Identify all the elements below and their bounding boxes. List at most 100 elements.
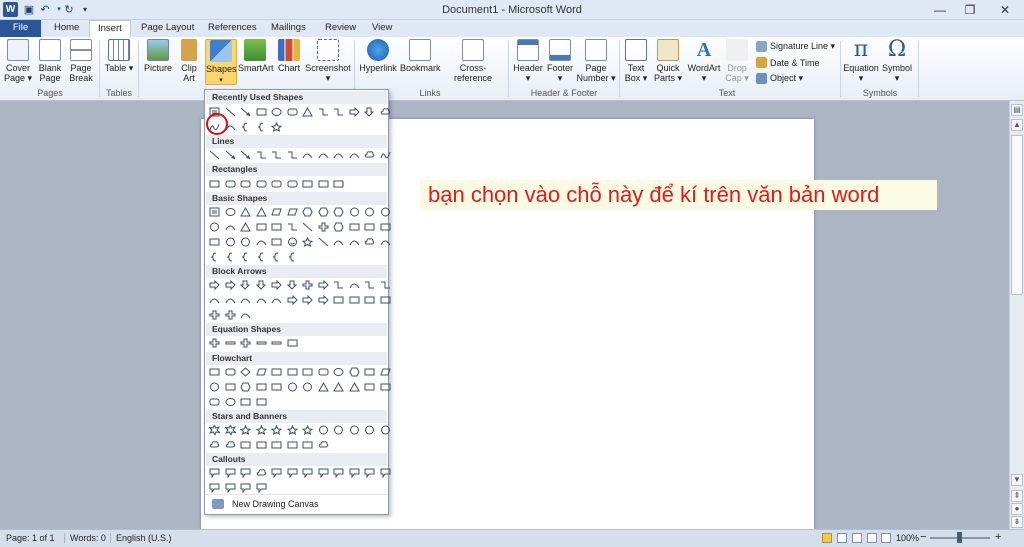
brace-shape-icon[interactable] bbox=[238, 120, 254, 133]
hex-shape-icon[interactable] bbox=[316, 205, 332, 218]
rect-shape-icon[interactable] bbox=[285, 336, 301, 349]
tab-insert[interactable]: Insert bbox=[89, 20, 131, 38]
circ-shape-icon[interactable] bbox=[378, 205, 394, 218]
rect-shape-icon[interactable] bbox=[300, 438, 316, 451]
rect-shape-icon[interactable] bbox=[238, 395, 254, 408]
hex-shape-icon[interactable] bbox=[238, 380, 254, 393]
tab-review[interactable]: Review bbox=[317, 20, 364, 37]
elbow-shape-icon[interactable] bbox=[316, 105, 332, 118]
curve-shape-icon[interactable] bbox=[347, 148, 363, 161]
elbow-shape-icon[interactable] bbox=[362, 278, 378, 291]
text-shape-icon[interactable] bbox=[207, 205, 223, 218]
page-number-button[interactable]: Page Number ▾ bbox=[576, 39, 616, 83]
chart-button[interactable]: Chart bbox=[275, 39, 303, 73]
cloud-shape-icon[interactable] bbox=[362, 148, 378, 161]
rect-shape-icon[interactable] bbox=[362, 380, 378, 393]
star-shape-icon[interactable] bbox=[285, 423, 301, 436]
rrect-shape-icon[interactable] bbox=[223, 177, 239, 190]
rarrow-shape-icon[interactable] bbox=[347, 105, 363, 118]
rect-shape-icon[interactable] bbox=[207, 177, 223, 190]
curve-shape-icon[interactable] bbox=[316, 148, 332, 161]
equation-button[interactable]: π Equation ▾ bbox=[843, 39, 879, 84]
oval-shape-icon[interactable] bbox=[223, 205, 239, 218]
curve-shape-icon[interactable] bbox=[331, 235, 347, 248]
cover-page-button[interactable]: Cover Page ▾ bbox=[3, 39, 33, 83]
rect-shape-icon[interactable] bbox=[254, 220, 270, 233]
select-browse-object-icon[interactable]: ● bbox=[1011, 503, 1023, 515]
circ-shape-icon[interactable] bbox=[347, 205, 363, 218]
tab-home[interactable]: Home bbox=[46, 20, 87, 37]
brace-shape-icon[interactable] bbox=[207, 250, 223, 263]
blank-page-button[interactable]: Blank Page bbox=[36, 39, 64, 83]
curve-shape-icon[interactable] bbox=[347, 235, 363, 248]
hex-shape-icon[interactable] bbox=[300, 205, 316, 218]
burst-shape-icon[interactable] bbox=[207, 423, 223, 436]
curve-shape-icon[interactable] bbox=[223, 220, 239, 233]
rarrow-shape-icon[interactable] bbox=[269, 278, 285, 291]
callout-shape-icon[interactable] bbox=[223, 466, 239, 479]
zoom-slider-thumb[interactable] bbox=[957, 532, 962, 543]
smartart-button[interactable]: SmartArt bbox=[238, 39, 274, 73]
rect-shape-icon[interactable] bbox=[316, 177, 332, 190]
rarrow-shape-icon[interactable] bbox=[207, 278, 223, 291]
minimize-button[interactable]: — bbox=[923, 0, 957, 20]
tri-shape-icon[interactable] bbox=[238, 205, 254, 218]
screenshot-button[interactable]: Screenshot ▾ bbox=[305, 39, 351, 83]
arrow-shape-icon[interactable] bbox=[223, 148, 239, 161]
rect-shape-icon[interactable] bbox=[347, 293, 363, 306]
zoom-out-icon[interactable]: − bbox=[920, 531, 926, 543]
rrect-shape-icon[interactable] bbox=[207, 395, 223, 408]
scribble-shape-icon[interactable] bbox=[378, 148, 394, 161]
callout-shape-icon[interactable] bbox=[254, 481, 270, 494]
bookmark-button[interactable]: Bookmark bbox=[400, 39, 441, 73]
rect-shape-icon[interactable] bbox=[331, 293, 347, 306]
tab-view[interactable]: View bbox=[364, 20, 400, 37]
tri-shape-icon[interactable] bbox=[238, 220, 254, 233]
circ-shape-icon[interactable] bbox=[331, 423, 347, 436]
rect-shape-icon[interactable] bbox=[300, 365, 316, 378]
drop-cap-button[interactable]: Drop Cap ▾ bbox=[724, 39, 750, 83]
rarrow-shape-icon[interactable] bbox=[285, 293, 301, 306]
curve-shape-icon[interactable] bbox=[254, 235, 270, 248]
web-layout-icon[interactable] bbox=[852, 533, 862, 543]
tab-page-layout[interactable]: Page Layout bbox=[133, 20, 202, 37]
para-shape-icon[interactable] bbox=[285, 205, 301, 218]
callout-shape-icon[interactable] bbox=[285, 466, 301, 479]
oval-shape-icon[interactable] bbox=[331, 365, 347, 378]
hyperlink-button[interactable]: Hyperlink bbox=[358, 39, 398, 73]
callout-shape-icon[interactable] bbox=[207, 481, 223, 494]
rect-shape-icon[interactable] bbox=[269, 220, 285, 233]
arrow-shape-icon[interactable] bbox=[238, 105, 254, 118]
clip-art-button[interactable]: Clip Art bbox=[177, 39, 201, 83]
rect-shape-icon[interactable] bbox=[362, 293, 378, 306]
circ-shape-icon[interactable] bbox=[378, 423, 394, 436]
elbow-shape-icon[interactable] bbox=[378, 278, 394, 291]
darrow-shape-icon[interactable] bbox=[238, 278, 254, 291]
scroll-thumb[interactable] bbox=[1011, 135, 1023, 295]
ruler-toggle-icon[interactable]: ▤ bbox=[1011, 104, 1023, 116]
rarrow-shape-icon[interactable] bbox=[223, 278, 239, 291]
para-shape-icon[interactable] bbox=[378, 365, 394, 378]
brace-shape-icon[interactable] bbox=[269, 250, 285, 263]
close-button[interactable]: ✕ bbox=[988, 0, 1022, 20]
callout-shape-icon[interactable] bbox=[223, 481, 239, 494]
rect-shape-icon[interactable] bbox=[269, 438, 285, 451]
circ-shape-icon[interactable] bbox=[238, 235, 254, 248]
object-button[interactable]: Object ▾ bbox=[756, 73, 803, 84]
cloud-shape-icon[interactable] bbox=[362, 235, 378, 248]
circ-shape-icon[interactable] bbox=[362, 205, 378, 218]
rect-shape-icon[interactable] bbox=[378, 220, 394, 233]
signature-line-button[interactable]: Signature Line ▾ bbox=[756, 41, 835, 52]
brace-shape-icon[interactable] bbox=[238, 250, 254, 263]
rect-shape-icon[interactable] bbox=[207, 235, 223, 248]
curve-shape-icon[interactable] bbox=[238, 293, 254, 306]
cloud-shape-icon[interactable] bbox=[207, 438, 223, 451]
rarrow-shape-icon[interactable] bbox=[316, 293, 332, 306]
curve-shape-icon[interactable] bbox=[254, 293, 270, 306]
zoom-level[interactable]: 100% bbox=[896, 533, 919, 543]
rect-shape-icon[interactable] bbox=[285, 438, 301, 451]
plus-shape-icon[interactable] bbox=[207, 336, 223, 349]
minus-shape-icon[interactable] bbox=[223, 336, 239, 349]
text-box-button[interactable]: Text Box ▾ bbox=[622, 39, 650, 83]
rect-shape-icon[interactable] bbox=[362, 220, 378, 233]
